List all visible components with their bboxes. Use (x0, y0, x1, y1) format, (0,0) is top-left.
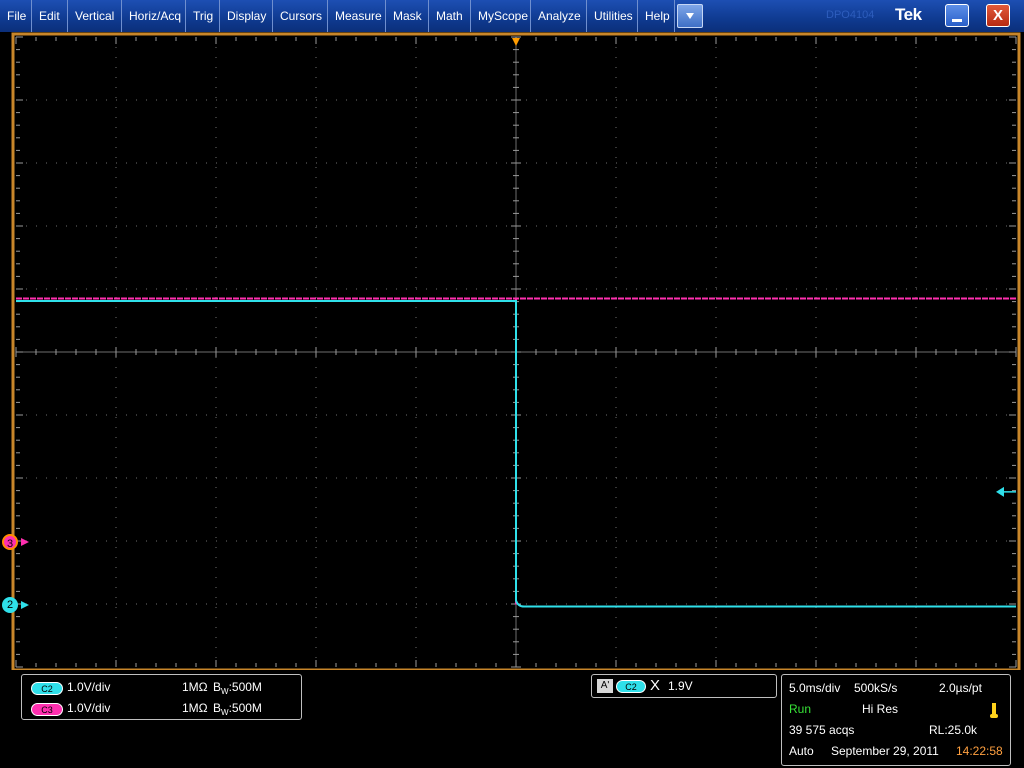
vertical-settings-panel[interactable]: C2 1.0V/div 1MΩ BW:500M C3 1.0V/div 1MΩ … (21, 674, 302, 720)
timebase: 5.0ms/div (789, 681, 841, 695)
menu-math[interactable]: Math (429, 0, 471, 32)
menu-myscope[interactable]: MyScope (471, 0, 531, 32)
menu-utilities-label: Utilities (594, 9, 633, 23)
menu-cursors[interactable]: Cursors (273, 0, 328, 32)
ch3-bw-sub: W (221, 708, 229, 717)
time: 14:22:58 (956, 744, 1003, 758)
close-button[interactable]: X (986, 4, 1010, 27)
menu-mask[interactable]: Mask (386, 0, 429, 32)
menu-myscope-label: MyScope (478, 9, 529, 23)
trigger-position-icon[interactable] (512, 38, 520, 46)
trigger-mode-badge: A' (597, 679, 613, 693)
menu-edit-label: Edit (39, 9, 60, 23)
ch2-bw-sub: W (221, 687, 229, 696)
menu-edit[interactable]: Edit (32, 0, 68, 32)
menu-file-label: File (7, 9, 27, 23)
menu-file[interactable]: File (0, 0, 32, 32)
menu-trig-label: Trig (193, 9, 214, 23)
acquisition-mode: Hi Res (862, 702, 899, 716)
ch2-ground-marker[interactable]: 2 (2, 597, 18, 613)
ch2-bandwidth: BW:500M (213, 680, 262, 696)
menu-measure-label: Measure (335, 9, 382, 23)
menu-cursors-label: Cursors (280, 9, 323, 23)
menu-help[interactable]: Help (638, 0, 675, 32)
ch3-badge[interactable]: C3 (31, 703, 63, 716)
menu-utilities[interactable]: Utilities (587, 0, 638, 32)
ch2-bw-prefix: B (213, 680, 222, 694)
menu-dropdown-button[interactable] (677, 4, 703, 28)
menu-mask-label: Mask (393, 9, 422, 23)
menu-measure[interactable]: Measure (328, 0, 386, 32)
ch3-bw-prefix: B (213, 701, 222, 715)
ch2-scale: 1.0V/div (67, 680, 111, 694)
menu-help-label: Help (645, 9, 670, 23)
ch3-ground-marker[interactable]: 3 (2, 534, 18, 550)
ch3-bw-value: :500M (228, 701, 262, 715)
menu-vertical[interactable]: Vertical (68, 0, 122, 32)
trigger-mode: Auto (789, 744, 814, 758)
acquisition-panel[interactable]: 5.0ms/div 500kS/s 2.0µs/pt Run Hi Res 39… (781, 674, 1011, 766)
tek-logo: Tek (895, 5, 922, 24)
waveform-display[interactable] (0, 32, 1024, 670)
menu-display[interactable]: Display (220, 0, 273, 32)
acquisition-count: 39 575 acqs (789, 723, 855, 737)
date: September 29, 2011 (831, 744, 939, 758)
ch2-waveform (16, 299, 1016, 608)
trigger-settings-panel[interactable]: A' C2 Χ 1.9V (591, 674, 777, 698)
ch3-arrow-icon (21, 538, 29, 546)
trigger-level-icon[interactable] (996, 486, 1004, 497)
menu-vertical-label: Vertical (75, 9, 115, 23)
sample-rate: 500kS/s (854, 681, 898, 695)
time-per-point: 2.0µs/pt (939, 681, 982, 695)
ch3-bandwidth: BW:500M (213, 701, 262, 717)
menu-analyze-label: Analyze (538, 9, 581, 23)
run-state: Run (789, 702, 812, 716)
menu-bar: File Edit Vertical Horiz/Acq Trig Displa… (0, 0, 1024, 32)
ch2-bw-value: :500M (228, 680, 262, 694)
menu-analyze[interactable]: Analyze (531, 0, 587, 32)
trigger-status-icon-base (990, 714, 998, 718)
ch3-impedance: 1MΩ (182, 701, 208, 715)
menu-horiz-acq-label: Horiz/Acq (129, 9, 182, 23)
menu-math-label: Math (436, 9, 463, 23)
trigger-level: 1.9V (668, 679, 693, 693)
menu-display-label: Display (227, 9, 267, 23)
ch2-arrow-icon (21, 601, 29, 609)
minimize-button[interactable] (945, 4, 969, 27)
record-length: RL:25.0k (929, 723, 978, 737)
ch2-impedance: 1MΩ (182, 680, 208, 694)
trigger-slope-icon: Χ (650, 677, 661, 694)
trigger-status-icon (992, 703, 996, 714)
chevron-down-icon (686, 13, 694, 19)
model-label: DPO4104 (826, 9, 875, 21)
ch3-scale: 1.0V/div (67, 701, 111, 715)
menu-horiz-acq[interactable]: Horiz/Acq (122, 0, 186, 32)
trigger-source-badge: C2 (616, 680, 646, 693)
menu-trig[interactable]: Trig (186, 0, 220, 32)
ch2-badge[interactable]: C2 (31, 682, 63, 695)
